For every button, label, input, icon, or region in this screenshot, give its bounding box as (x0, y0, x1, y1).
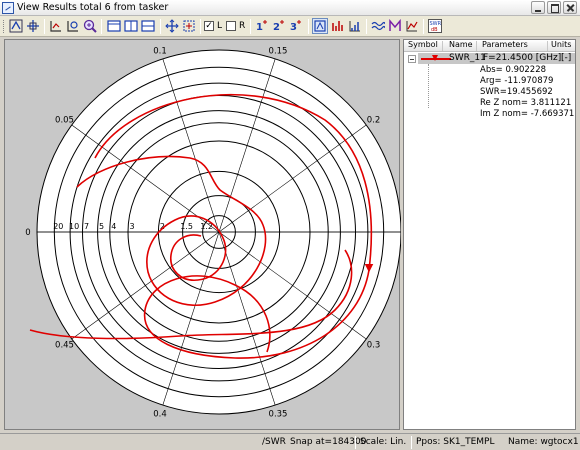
legend-panel: Symbol Name Parameters Units SWR_11 F=21… (403, 39, 576, 430)
checkbox-checked[interactable]: ✓ (204, 21, 214, 31)
minimize-button[interactable] (531, 1, 545, 14)
param-abs: Abs= 0.902228 (480, 65, 547, 75)
chart-stack-icon[interactable] (140, 18, 156, 34)
outer-scale-label: 0.3 (367, 340, 381, 350)
trace-marker-icon (432, 55, 438, 61)
trace-unit: [-] (561, 53, 572, 63)
swr-circle-label: 10 (69, 222, 79, 231)
axis-bars-icon[interactable] (330, 18, 346, 34)
title-bar: View Results total 6 from tasker (0, 0, 580, 16)
legend-header: Symbol Name Parameters Units (404, 40, 575, 52)
outer-scale-label: 0.1 (153, 46, 167, 56)
plot-m-icon[interactable] (387, 18, 403, 34)
window-title: View Results total 6 from tasker (17, 2, 169, 13)
wave-icon[interactable] (370, 18, 386, 34)
outer-scale-label: 0.45 (55, 340, 74, 350)
close-button[interactable] (563, 1, 577, 14)
status-divider (355, 436, 356, 449)
collapse-icon[interactable] (408, 55, 416, 63)
outer-scale-label: 0 (25, 228, 30, 238)
swr-circle-label: 7 (84, 222, 89, 231)
status-name: Name: wgtocx1 (508, 437, 579, 447)
toolbar-separator (250, 19, 251, 34)
outer-scale-label: 0.35 (269, 410, 288, 420)
outer-scale-label: 0.2 (367, 116, 381, 126)
outer-scale-label: 0.4 (153, 410, 167, 420)
axis-tool-icon[interactable] (48, 18, 64, 34)
header-parameters[interactable]: Parameters (482, 40, 528, 49)
outer-scale-label: 0.05 (55, 116, 74, 126)
toolbar-separator (308, 19, 309, 34)
toolbar-separator (101, 19, 102, 34)
toolbar-separator (366, 19, 367, 34)
swr-circle-label: 3 (129, 222, 134, 231)
outer-scale-label: 0.15 (269, 46, 288, 56)
toolbar: ✓ L R 1 2 3 SWR dB (0, 16, 580, 37)
fit-icon[interactable] (181, 18, 197, 34)
header-divider (442, 41, 443, 51)
zoom-in-icon[interactable] (82, 18, 98, 34)
chart-split-icon[interactable] (123, 18, 139, 34)
status-mode: /SWR (262, 437, 286, 447)
plot-area[interactable]: 00.050.10.150.20.250.30.350.40.45 201075… (4, 39, 401, 431)
header-symbol[interactable]: Symbol (408, 40, 438, 49)
status-divider (411, 436, 412, 449)
swr-circle-label: 20 (53, 222, 63, 231)
param-swr: SWR=19.455692 (480, 87, 553, 97)
header-divider (547, 41, 548, 51)
toolbar-separator (200, 19, 201, 34)
app-icon (2, 2, 14, 14)
param-arg: Arg= -11.970879 (480, 76, 554, 86)
status-bar: /SWR Snap at=184300 Scale: Lin. Ppos: SK… (0, 433, 580, 450)
svg-text:3: 3 (290, 22, 297, 33)
move-cross-icon[interactable] (164, 18, 180, 34)
view-results-window: View Results total 6 from tasker ✓ L R 1… (0, 0, 580, 450)
param-re-z: Re Z nom= 3.811121 (480, 98, 572, 108)
maximize-button[interactable] (547, 1, 561, 14)
status-scale: Scale: Lin. (360, 437, 407, 447)
trace-3-icon[interactable]: 3 (288, 18, 304, 34)
l-label: L (217, 21, 223, 31)
r-checkbox[interactable] (226, 21, 236, 31)
axis-scale-icon[interactable] (347, 18, 363, 34)
toolbar-separator (160, 19, 161, 34)
header-name[interactable]: Name (449, 40, 473, 49)
header-divider (476, 41, 477, 51)
frame-toggle-icon[interactable] (312, 18, 328, 34)
zoom-axis-icon[interactable] (65, 18, 81, 34)
grid-cursor-icon[interactable] (25, 18, 41, 34)
chart-rect-icon[interactable] (106, 18, 122, 34)
trace-name: SWR_11 (449, 53, 486, 63)
swr-circle-label: 1.5 (180, 222, 193, 231)
r-label: R (239, 21, 246, 31)
header-units[interactable]: Units (551, 40, 571, 49)
polar-swr-chart[interactable]: 00.050.10.150.20.250.30.350.40.45 201075… (5, 40, 401, 431)
svg-text:1: 1 (256, 22, 263, 33)
toolbar-separator (44, 19, 45, 34)
param-im-z: Im Z nom= -7.669371 (480, 109, 575, 119)
status-ppos: Ppos: SK1_TEMPL (416, 437, 495, 447)
swr-circle-label: 4 (111, 222, 116, 231)
swr-db-icon[interactable]: SWR dB (427, 18, 443, 34)
trace-1-icon[interactable]: 1 (254, 18, 270, 34)
svg-text:2: 2 (273, 22, 280, 33)
plot-chart-icon[interactable] (404, 18, 420, 34)
toolbar-separator (423, 19, 424, 34)
tree-connector (428, 64, 429, 108)
swr-circle-label: 5 (99, 222, 104, 231)
svg-text:dB: dB (431, 27, 438, 33)
toolbar-grip[interactable] (3, 20, 5, 33)
trace-2-icon[interactable]: 2 (271, 18, 287, 34)
marker-up-icon[interactable] (8, 18, 24, 34)
trace-frequency: F=21.4500 [GHz] (483, 53, 562, 63)
